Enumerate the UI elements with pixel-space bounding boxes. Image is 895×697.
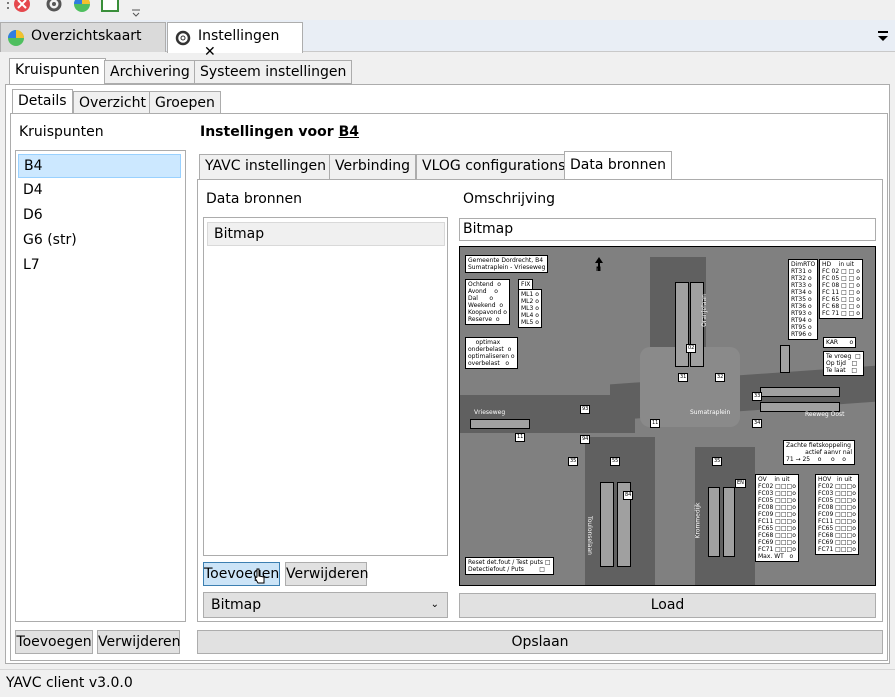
gear-icon[interactable] (44, 0, 64, 14)
document-tab-strip: Overzichtskaart Instellingen ✕ (0, 20, 895, 60)
tab-overzichtskaart[interactable]: Overzichtskaart (0, 22, 166, 52)
street-krommedijk: Krommedijk (694, 502, 702, 539)
list-item[interactable]: G6 (str) (18, 229, 181, 253)
status-text: YAVC client v3.0.0 (6, 675, 133, 691)
tab-label: Instellingen (198, 28, 280, 44)
window-icon[interactable] (100, 0, 120, 14)
source-type-select[interactable]: Bitmap ⌄ (203, 592, 448, 618)
north-label: N (596, 266, 602, 273)
map-reset-box: Reset det.fout / Test puts □ Detectiefou… (465, 557, 554, 575)
signal-label: 94 (580, 435, 591, 444)
map-pin-icon (8, 30, 24, 46)
sources-label: Data bronnen (206, 191, 303, 207)
signal-label: 93 (580, 405, 591, 414)
bitmap-preview: 02 31 32 93 11 11 94 35 55 35 33 34 84 E… (459, 246, 876, 586)
map-ov-box: OV in uit FC02 □□□o FC03 □□□o FC05 □□□o … (755, 474, 799, 562)
signal-label: 02 (686, 344, 697, 353)
tab-vlog-configurations[interactable]: VLOG configurations (416, 154, 572, 180)
remove-source-button[interactable]: Verwijderen (285, 562, 369, 586)
list-item[interactable]: Bitmap (207, 222, 445, 246)
signal-label: 35 (712, 457, 723, 466)
map-hd-box: HD in uit FC 02 □ □ o FC 05 □ □ o FC 08 … (819, 259, 863, 319)
map-timing-box: Te vroeg □ Op tijd □ Te laat □ (823, 351, 864, 376)
description-label: Omschrijving (463, 191, 555, 207)
add-source-button[interactable]: Toevoegen (203, 562, 280, 586)
lane (708, 487, 720, 557)
street-toulonselaan: Toulonselaan (585, 516, 593, 555)
list-item[interactable]: B4 (18, 154, 181, 178)
gear-icon (175, 30, 191, 46)
hand-cursor-icon (254, 568, 265, 584)
list-item[interactable]: D6 (18, 204, 181, 228)
signal-label: 11 (515, 433, 526, 442)
list-item[interactable]: D4 (18, 179, 181, 203)
signal-label: 34 (752, 419, 763, 428)
lane (675, 282, 689, 367)
street-vrieseweg: Vrieseweg (474, 409, 506, 416)
customize-dropdown-icon[interactable] (126, 0, 146, 18)
lane (780, 345, 790, 373)
tab-kruispunten[interactable]: Kruispunten (9, 58, 106, 85)
map-hov-box: HOV in uit FC02 □□□o FC03 □□□o FC05 □□□o… (815, 474, 859, 555)
tab-label: Overzichtskaart (31, 28, 142, 44)
signal-label: 35 (568, 457, 579, 466)
remove-kruispunt-button[interactable]: Verwijderen (97, 630, 181, 654)
map-pin-icon[interactable] (72, 0, 92, 14)
street-sumatraplein: Sumatraplein (690, 409, 731, 416)
chevron-down-icon: ⌄ (430, 599, 439, 610)
tab-systeem-instellingen[interactable]: Systeem instellingen (194, 60, 353, 84)
tab-overzicht[interactable]: Overzicht (73, 91, 152, 115)
signal-label: 31 (678, 373, 689, 382)
add-kruispunt-button[interactable]: Toevoegen (15, 630, 93, 654)
lane (600, 482, 614, 567)
signal-label: EN (735, 479, 746, 488)
tab-yavc-instellingen[interactable]: YAVC instellingen (199, 154, 333, 180)
map-dimrt-box: DimRTO RT31 o RT32 o RT33 o RT34 o RT35 … (788, 259, 819, 340)
tab-data-bronnen[interactable]: Data bronnen (564, 151, 673, 181)
signal-label: 55 (610, 457, 621, 466)
tab-overflow-menu-icon[interactable] (876, 28, 890, 42)
status-bar: YAVC client v3.0.0 (0, 669, 895, 697)
tab-groepen[interactable]: Groepen (149, 91, 221, 115)
list-item[interactable]: L7 (18, 254, 181, 278)
settings-title-key: B4 (338, 124, 359, 140)
lane (760, 387, 840, 397)
quick-access-toolbar (0, 0, 895, 20)
settings-title: Instellingen voor B4 (200, 124, 359, 140)
close-icon[interactable]: ✕ (204, 44, 216, 60)
street-reeweg: Reeweg Oost (805, 411, 845, 418)
tab-details[interactable]: Details (12, 89, 73, 114)
map-header-box: Gemeente Dordrecht, B4 Sumatraplein - Vr… (465, 255, 549, 273)
tab-verbinding[interactable]: Verbinding (329, 154, 417, 180)
load-button[interactable]: Load (459, 593, 876, 618)
map-optimax-box: optimax onderbelast o optimaliseren o ov… (465, 337, 518, 369)
lane (470, 419, 530, 429)
street-oranjelaan: Oranjelaan (700, 294, 708, 327)
kruispunten-list[interactable]: B4 D4 D6 G6 (str) L7 (15, 150, 186, 622)
sources-list[interactable]: Bitmap (203, 217, 448, 556)
signal-label: 11 (650, 419, 661, 428)
kruispunten-label: Kruispunten (19, 124, 104, 140)
settings-title-prefix: Instellingen voor (200, 124, 339, 140)
save-button[interactable]: Opslaan (197, 630, 883, 654)
signal-label: 32 (715, 373, 726, 382)
map-ml-box: ML1 o ML2 o ML3 o ML4 o ML5 o (518, 289, 542, 328)
signal-label: 33 (752, 392, 763, 401)
tab-archivering[interactable]: Archivering (104, 60, 196, 84)
tab-instellingen[interactable]: Instellingen ✕ (167, 22, 303, 60)
description-input[interactable]: Bitmap (459, 218, 876, 241)
signal-label: 84 (623, 491, 634, 500)
source-type-value: Bitmap (211, 597, 262, 613)
map-kar-box: KAR o (823, 337, 857, 348)
lane (723, 487, 735, 557)
map-periods-box: Ochtend o Avond o Dal o Weekend o Koopav… (465, 279, 510, 325)
map-fiets-box: Zachte fietskoppeling actief aanvr nal 7… (783, 440, 856, 465)
close-circle-icon[interactable] (12, 0, 32, 14)
